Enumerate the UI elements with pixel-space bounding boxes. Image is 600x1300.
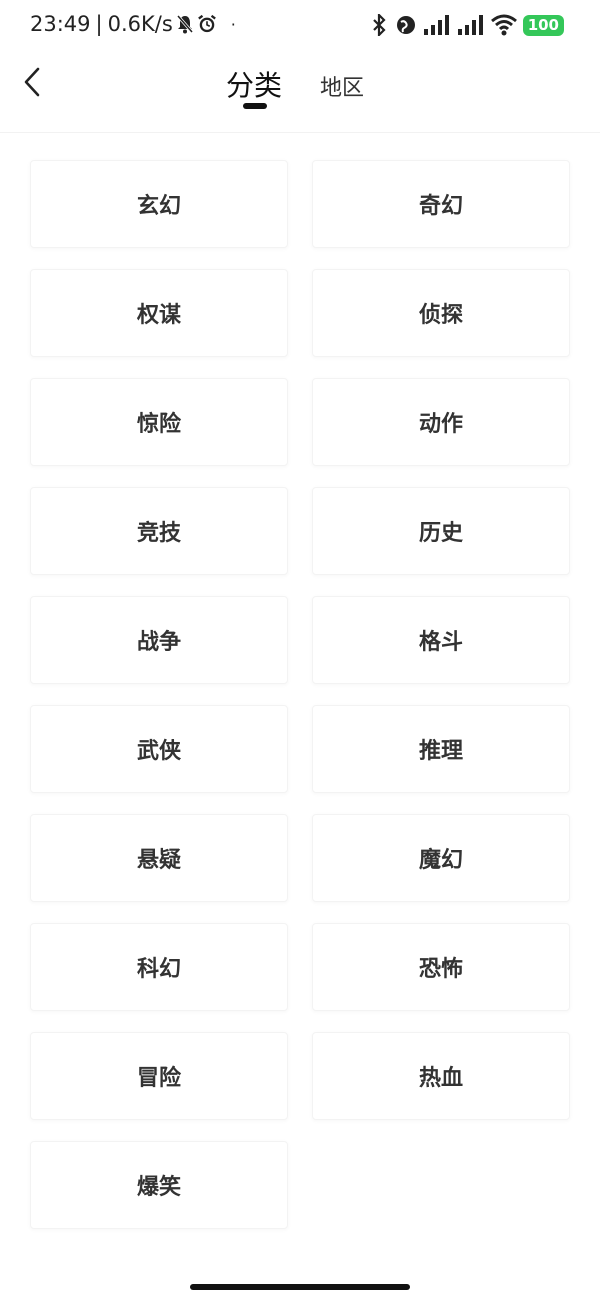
home-indicator[interactable] <box>190 1284 410 1290</box>
wifi-icon <box>490 14 517 36</box>
signal-icon <box>423 15 449 35</box>
notification-dot: · <box>230 14 236 34</box>
globe-icon <box>396 16 415 34</box>
tab-active-indicator <box>243 103 267 109</box>
category-item[interactable]: 奇幻 <box>312 160 570 248</box>
tab-category[interactable]: 分类 <box>226 64 282 104</box>
tab-region[interactable]: 地区 <box>320 70 364 102</box>
status-time: 23:49 <box>30 12 91 36</box>
status-bar: 23:49 | 0.6K/s · 100 <box>0 0 600 52</box>
category-item[interactable]: 侦探 <box>312 269 570 357</box>
category-grid: 玄幻 奇幻 权谋 侦探 惊险 动作 竞技 历史 战争 格斗 武侠 推理 悬疑 魔… <box>30 160 570 1229</box>
alarm-icon <box>197 14 216 33</box>
category-item[interactable]: 恐怖 <box>312 923 570 1011</box>
battery-indicator: 100 <box>522 14 564 36</box>
category-item[interactable]: 武侠 <box>30 705 288 793</box>
status-separator: | <box>95 12 103 36</box>
category-item[interactable]: 爆笑 <box>30 1141 288 1229</box>
category-item[interactable]: 魔幻 <box>312 814 570 902</box>
category-item[interactable]: 悬疑 <box>30 814 288 902</box>
category-item[interactable]: 玄幻 <box>30 160 288 248</box>
status-right: 100 <box>369 14 564 36</box>
status-left: 23:49 | 0.6K/s · <box>30 12 236 36</box>
category-item[interactable]: 热血 <box>312 1032 570 1120</box>
mute-bell-icon <box>176 15 193 34</box>
category-item[interactable]: 权谋 <box>30 269 288 357</box>
category-item[interactable]: 冒险 <box>30 1032 288 1120</box>
category-item[interactable]: 惊险 <box>30 378 288 466</box>
category-item[interactable]: 历史 <box>312 487 570 575</box>
category-item[interactable]: 格斗 <box>312 596 570 684</box>
category-item[interactable]: 科幻 <box>30 923 288 1011</box>
category-item[interactable]: 战争 <box>30 596 288 684</box>
category-item[interactable]: 动作 <box>312 378 570 466</box>
header: 分类 地区 <box>0 52 600 133</box>
network-speed: 0.6K/s <box>107 12 173 36</box>
bluetooth-icon <box>372 14 386 36</box>
signal-icon-2 <box>457 15 483 35</box>
category-item[interactable]: 竞技 <box>30 487 288 575</box>
category-item[interactable]: 推理 <box>312 705 570 793</box>
back-arrow-icon[interactable] <box>18 64 48 100</box>
